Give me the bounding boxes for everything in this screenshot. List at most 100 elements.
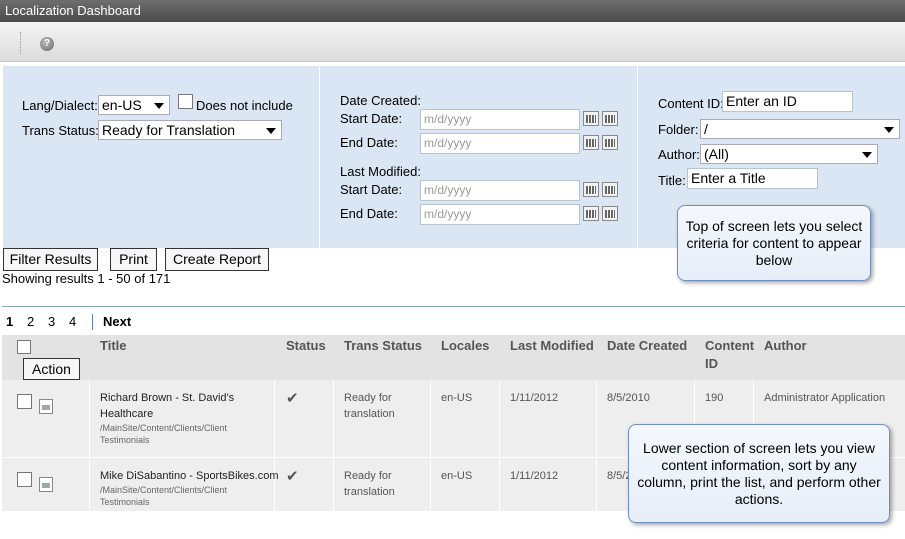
calendar-icon[interactable] [583,182,599,197]
calendar-icon[interactable] [583,135,599,150]
content-id-header-line2: ID [705,356,718,371]
created-start-date-input[interactable]: m/d/yyyy [420,109,580,130]
row-trans-status-line1: Ready for [344,392,392,404]
row-title-line1: Richard Brown - St. David's [100,392,235,404]
cell-divider [499,380,500,457]
content-id-input[interactable]: Enter an ID [722,91,853,112]
cell-divider [89,380,90,457]
checkmark-icon: ✔ [286,390,299,407]
author-value: (All) [704,146,729,162]
row-title[interactable]: Mike DiSabantino - SportsBikes.com /Main… [100,468,279,508]
created-end-label: End Date: [340,135,398,150]
next-page-link[interactable]: Next [103,314,131,329]
row-title-line1: Mike DiSabantino - SportsBikes.com [100,470,279,482]
column-header-last-modified[interactable]: Last Modified [510,337,594,355]
help-icon[interactable]: ? [40,37,54,51]
row-author: Administrator Application [764,392,886,404]
page-1-link[interactable]: 1 [6,314,13,329]
row-path-line1: /MainSite/Content/Clients/Client [100,423,228,433]
trans-status-label: Trans Status: [22,123,99,138]
row-path-line2: Testimonials [100,435,150,445]
calendar-clear-icon[interactable] [602,182,618,197]
column-header-trans-status[interactable]: Trans Status [344,337,422,355]
toolbar: ? [0,22,905,62]
created-start-label: Start Date: [340,111,403,126]
author-label: Author: [658,147,700,162]
column-header-status[interactable]: Status [286,337,326,355]
cell-divider [430,458,431,511]
modified-end-date-input[interactable]: m/d/yyyy [420,204,580,225]
checkmark-icon: ✔ [286,468,299,485]
divider [2,306,905,307]
modified-end-label: End Date: [340,206,398,221]
cell-divider [89,458,90,511]
row-trans-status: Ready for translation [344,390,395,422]
row-date-created: 8/5/2010 [607,392,650,404]
does-not-include-label: Does not include [196,98,293,113]
calendar-icon[interactable] [583,111,599,126]
modified-start-label: Start Date: [340,182,403,197]
cell-divider [274,380,275,457]
top-callout: Top of screen lets you select criteria f… [677,205,871,281]
lang-dialect-select[interactable]: en-US [98,95,170,115]
cell-divider [333,380,334,457]
bottom-callout: Lower section of screen lets you view co… [628,424,890,523]
action-button[interactable]: Action [23,358,80,380]
row-trans-status: Ready for translation [344,468,395,500]
column-header-author[interactable]: Author [764,337,807,355]
trans-status-select[interactable]: Ready for Translation [98,120,282,140]
row-checkbox[interactable] [17,394,32,409]
column-header-date-created[interactable]: Date Created [607,337,687,355]
folder-value: / [704,121,708,137]
cell-divider [596,380,597,457]
row-title[interactable]: Richard Brown - St. David's Healthcare /… [100,390,234,446]
column-header-content-id[interactable]: Content ID [705,337,754,373]
row-trans-status-line2: translation [344,486,395,498]
cell-divider [430,380,431,457]
cell-divider [596,458,597,511]
lang-dialect-value: en-US [102,97,142,113]
column-divider [637,66,638,248]
content-document-icon [39,399,53,414]
pager-separator [92,314,93,330]
created-end-date-input[interactable]: m/d/yyyy [420,133,580,154]
column-divider [319,66,320,248]
date-created-label: Date Created: [340,93,421,108]
filter-results-button[interactable]: Filter Results [3,248,98,271]
calendar-clear-icon[interactable] [602,135,618,150]
row-trans-status-line2: translation [344,408,395,420]
column-header-locales[interactable]: Locales [441,337,489,355]
trans-status-value: Ready for Translation [102,122,236,138]
modified-start-date-input[interactable]: m/d/yyyy [420,180,580,201]
title-input[interactable]: Enter a Title [687,168,818,189]
toolbar-separator [20,32,21,54]
chevron-down-icon [154,103,164,109]
lang-dialect-label: Lang/Dialect: [22,98,98,113]
page-4-link[interactable]: 4 [69,314,76,329]
row-locale: en-US [441,470,473,482]
calendar-clear-icon[interactable] [602,111,618,126]
column-header-title[interactable]: Title [100,337,127,355]
does-not-include-checkbox[interactable] [178,94,193,109]
author-select[interactable]: (All) [700,144,878,164]
chevron-down-icon [266,128,276,134]
results-count: Showing results 1 - 50 of 171 [2,271,171,286]
cell-divider [333,458,334,511]
content-id-header-line1: Content [705,338,755,353]
table-header: Action Title Status Trans Status Locales… [2,335,905,380]
create-report-button[interactable]: Create Report [165,248,269,271]
calendar-clear-icon[interactable] [602,206,618,221]
print-button[interactable]: Print [110,248,157,271]
content-id-label: Content ID: [658,96,724,111]
row-path-line1: /MainSite/Content/Clients/Client [100,485,228,495]
row-checkbox[interactable] [17,472,32,487]
select-all-checkbox[interactable] [17,340,31,354]
calendar-icon[interactable] [583,206,599,221]
folder-label: Folder: [658,122,699,137]
page-3-link[interactable]: 3 [48,314,55,329]
page-2-link[interactable]: 2 [27,314,34,329]
title-label: Title: [658,173,686,188]
row-content-id: 190 [705,392,724,404]
folder-select[interactable]: / [700,119,900,139]
chevron-down-icon [884,127,894,133]
